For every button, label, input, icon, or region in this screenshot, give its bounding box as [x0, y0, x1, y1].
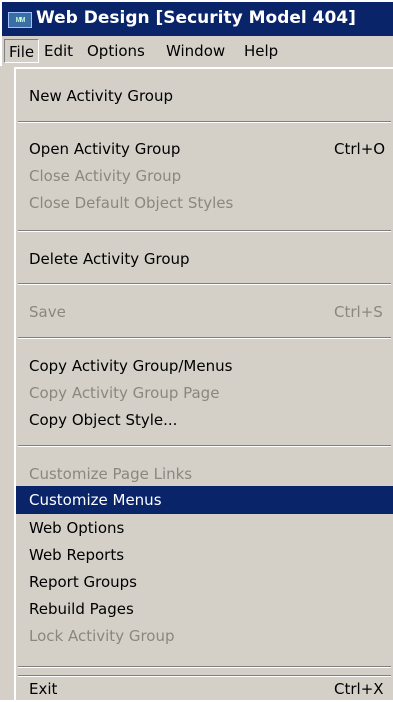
menu-file[interactable]: File — [4, 39, 40, 63]
menu-item-customize-page-links: Customize Page Links — [16, 459, 393, 489]
menu-separator — [18, 283, 391, 285]
menu-item-label: Open Activity Group — [29, 140, 181, 158]
menu-item-label: Save — [29, 303, 66, 321]
menu-item-open-activity-group[interactable]: Open Activity Group Ctrl+O — [16, 134, 393, 164]
menu-item-copy-activity-group-menus[interactable]: Copy Activity Group/Menus — [16, 351, 393, 381]
menu-separator — [18, 230, 391, 232]
menu-item-shortcut: Ctrl+O — [334, 140, 386, 158]
menu-item-close-default-object-styles: Close Default Object Styles — [16, 188, 393, 218]
menu-item-exit[interactable]: Exit Ctrl+X — [16, 676, 393, 702]
menu-item-label: Rebuild Pages — [29, 600, 134, 618]
menu-item-rebuild-pages[interactable]: Rebuild Pages — [16, 594, 393, 624]
menu-item-save: Save Ctrl+S — [16, 297, 393, 327]
window-title: Web Design [Security Model 404] — [36, 8, 356, 28]
menu-item-web-options[interactable]: Web Options — [16, 513, 393, 543]
menu-item-label: Copy Activity Group/Menus — [29, 357, 233, 375]
menu-item-label: Web Reports — [29, 546, 125, 564]
menu-item-lock-activity-group: Lock Activity Group — [16, 621, 393, 651]
menu-item-copy-object-style[interactable]: Copy Object Style... — [16, 405, 393, 435]
menu-item-customize-menus[interactable]: Customize Menus — [16, 486, 393, 514]
menu-separator — [18, 666, 391, 668]
menu-item-label: Report Groups — [29, 573, 137, 591]
menu-item-label: Customize Menus — [29, 491, 162, 509]
menu-item-web-reports[interactable]: Web Reports — [16, 540, 393, 570]
menu-item-label: Delete Activity Group — [29, 250, 190, 268]
menu-item-delete-activity-group[interactable]: Delete Activity Group — [16, 244, 393, 274]
menu-window[interactable]: Window — [162, 39, 229, 63]
menu-separator — [18, 445, 391, 447]
menu-separator — [18, 121, 391, 123]
menu-item-label: Customize Page Links — [29, 465, 193, 483]
menu-item-close-activity-group: Close Activity Group — [16, 161, 393, 191]
menu-options[interactable]: Options — [83, 39, 149, 63]
menu-item-shortcut: Ctrl+S — [334, 303, 383, 321]
menu-item-copy-activity-group-page: Copy Activity Group Page — [16, 378, 393, 408]
menu-item-label: Lock Activity Group — [29, 627, 175, 645]
menu-bar: File Edit Options Window Help — [0, 36, 393, 66]
menu-item-shortcut: Ctrl+X — [334, 680, 384, 698]
menu-item-report-groups[interactable]: Report Groups — [16, 567, 393, 597]
menu-item-label: Web Options — [29, 519, 125, 537]
menu-item-label: Close Default Object Styles — [29, 194, 234, 212]
title-bar[interactable]: ᴍᴍ Web Design [Security Model 404] — [0, 0, 393, 36]
menu-separator — [18, 337, 391, 339]
menu-item-label: New Activity Group — [29, 87, 174, 105]
menu-item-label: Copy Activity Group Page — [29, 384, 220, 402]
application-window: ᴍᴍ Web Design [Security Model 404] File … — [0, 0, 393, 700]
menu-item-new-activity-group[interactable]: New Activity Group — [16, 81, 393, 111]
file-dropdown-menu: New Activity Group Open Activity Group C… — [14, 67, 393, 700]
menu-edit[interactable]: Edit — [40, 39, 77, 63]
app-icon: ᴍᴍ — [8, 12, 32, 28]
menu-item-label: Copy Object Style... — [29, 411, 178, 429]
menu-item-label: Exit — [29, 680, 58, 698]
menu-item-label: Close Activity Group — [29, 167, 182, 185]
menu-help[interactable]: Help — [240, 39, 282, 63]
